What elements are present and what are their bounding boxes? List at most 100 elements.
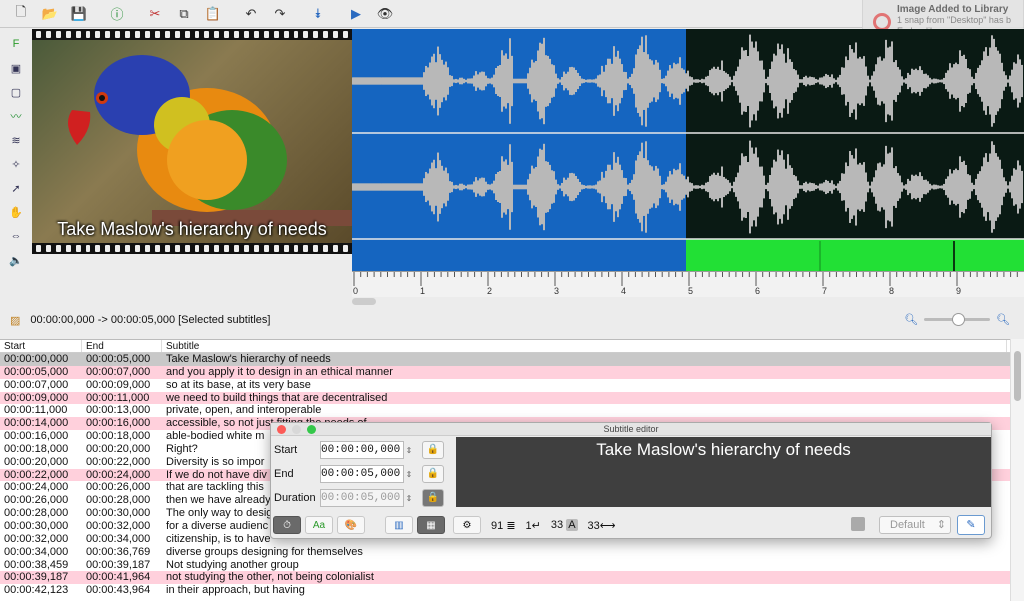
ruler-label: 1 (420, 286, 426, 296)
paste-icon[interactable]: 📋 (200, 3, 226, 25)
cell-subtitle: diverse groups designing for themselves (166, 545, 363, 558)
subtitle-text-editor[interactable]: Take Maslow's hierarchy of needs (456, 437, 991, 507)
column-header-start[interactable]: Start (0, 340, 82, 352)
text-style-icon[interactable]: Aa (305, 516, 333, 534)
close-window-button[interactable] (277, 425, 286, 434)
char-count: 33 A (551, 519, 578, 531)
timing-mode-icon[interactable]: ⏱ (273, 516, 301, 534)
video-preview[interactable]: Take Maslow's hierarchy of needs (32, 29, 352, 254)
table-row[interactable]: 00:00:39,187 00:00:41,964 not studying the… (0, 571, 1010, 585)
save-disk-icon[interactable]: 💾 (66, 3, 92, 25)
table-row[interactable]: 00:00:11,000 00:00:13,000 private, open, a… (0, 404, 1010, 417)
cell-subtitle: private, open, and interoperable (166, 404, 322, 417)
spectrum-icon[interactable]: ≋ (6, 131, 26, 149)
cell-end: 00:00:43,964 (86, 584, 151, 597)
timeline-scrollbar[interactable] (352, 298, 376, 305)
start-time-field[interactable]: 00:00:00,000 (320, 441, 404, 459)
edit-pencil-button[interactable]: ✎ (957, 515, 985, 535)
cell-end: 00:00:26,000 (86, 481, 151, 494)
cell-start: 00:00:38,459 (4, 558, 69, 571)
table-row[interactable]: 00:00:34,000 00:00:36,769 diverse groups d… (0, 546, 1010, 559)
style-select-value: Default (890, 519, 925, 531)
video-icon[interactable]: ▣ (6, 59, 26, 77)
hand-icon[interactable]: ✋ (6, 203, 26, 221)
notification-title: Image Added to Library (897, 4, 1009, 15)
double-chevron-down-icon[interactable]: ⯯ (305, 3, 331, 25)
duration-lock-icon[interactable]: 🔒 (422, 489, 444, 507)
ruler-label: 4 (621, 286, 627, 296)
pointer-icon[interactable]: ➚ (6, 179, 26, 197)
settings-gear-icon[interactable]: ⚙ (453, 516, 481, 534)
lines-icon: ≣ (506, 519, 516, 532)
time-fields: Start 00:00:00,000 ⇕ 🔒 End 00:00:05,000 … (274, 439, 454, 511)
cell-start: 00:00:20,000 (4, 455, 69, 468)
table-row[interactable]: 00:00:42,123 00:00:43,964 in their approac… (0, 584, 1010, 597)
cell-subtitle: and you apply it to design in an ethical… (166, 365, 393, 378)
subtitle-editor-window: Subtitle editor Start 00:00:00,000 ⇕ 🔒 E… (270, 422, 992, 539)
table-scrollbar-thumb[interactable] (1014, 351, 1021, 401)
cell-start: 00:00:18,000 (4, 442, 69, 455)
editor-titlebar[interactable]: Subtitle editor (271, 423, 991, 436)
zoom-slider[interactable] (924, 313, 991, 326)
style-select[interactable]: Default ⇕ (879, 516, 951, 534)
redo-arrow-icon[interactable]: ↷ (267, 3, 293, 25)
left-toolbar: F ▣ ▢ 〰 ≋ ✧ ➚ ✋ ⇔ 🔈 (0, 29, 32, 329)
cell-start: 00:00:11,000 (4, 404, 68, 417)
start-lock-icon[interactable]: 🔒 (422, 441, 444, 459)
return-icon: ↵ (531, 519, 541, 532)
end-time-field[interactable]: 00:00:05,000 (320, 465, 404, 483)
play-icon[interactable]: ▶ (343, 3, 369, 25)
zoom-control: 🔍︎ 🔍︎ (904, 313, 1010, 326)
table-row[interactable]: 00:00:38,459 00:00:39,187 Not studying ano… (0, 559, 1010, 572)
image-icon[interactable]: ▢ (6, 83, 26, 101)
table-row[interactable]: 00:00:05,000 00:00:07,000 and you apply it… (0, 365, 1010, 379)
table-row[interactable]: 00:00:00,000 00:00:05,000 Take Maslow's hi… (0, 353, 1010, 366)
cell-start: 00:00:14,000 (4, 417, 69, 430)
start-stepper-icon[interactable]: ⇕ (404, 446, 414, 455)
column-header-subtitle[interactable]: Subtitle (162, 340, 1007, 352)
audio-waveform[interactable] (352, 29, 1024, 271)
table-row[interactable]: 00:00:09,000 00:00:11,000 we need to build… (0, 391, 1010, 405)
end-stepper-icon[interactable]: ⇕ (404, 470, 414, 479)
waveform-icon[interactable]: 〰 (6, 107, 26, 125)
open-folder-icon[interactable]: 📂 (37, 3, 63, 25)
column-header-end[interactable]: End (82, 340, 162, 352)
cell-start: 00:00:05,000 (4, 365, 69, 378)
duration-stepper-icon[interactable]: ⇕ (404, 494, 414, 503)
cut-scissors-icon[interactable]: ✂ (142, 3, 168, 25)
info-icon[interactable]: ⓘ (104, 3, 130, 25)
undo-arrow-icon[interactable]: ↶ (238, 3, 264, 25)
cell-end: 00:00:07,000 (86, 365, 151, 378)
newline-count: 1↵ (526, 519, 541, 532)
save-style-icon[interactable] (851, 517, 865, 531)
cell-end: 00:00:34,000 (86, 532, 151, 545)
position-icon[interactable]: ▥ (385, 516, 413, 534)
editor-bottom-bar: ⏱ Aa 🎨 ▥ ▦ ⚙ 91 ≣ 1↵ 33 A 33⟷ Default ⇕ ✎ (271, 512, 991, 538)
zoom-out-icon[interactable]: 🔍︎ (904, 313, 918, 326)
table-scrollbar[interactable] (1010, 339, 1024, 601)
duration-field[interactable]: 00:00:05,000 (320, 489, 404, 507)
cell-end: 00:00:05,000 (86, 353, 151, 365)
zoom-in-icon[interactable]: 🔍︎ (996, 313, 1010, 326)
minimize-window-button[interactable] (292, 425, 301, 434)
eye-icon[interactable]: 👁 (372, 3, 398, 25)
layout-grid-icon[interactable]: ▦ (417, 516, 445, 534)
table-row[interactable]: 00:00:07,000 00:00:09,000 so at its base, … (0, 379, 1010, 392)
cell-end: 00:00:39,187 (86, 558, 151, 571)
magic-wand-icon[interactable]: ✧ (6, 155, 26, 173)
volume-icon[interactable]: 🔈 (6, 251, 26, 269)
zoom-slider-knob[interactable] (952, 313, 966, 326)
table-header: Start End Subtitle (0, 340, 1010, 353)
resize-arrows-icon[interactable]: ⇔ (6, 227, 26, 245)
frame-icon[interactable]: F (6, 35, 26, 53)
cell-subtitle: we need to build things that are decentr… (166, 391, 388, 404)
line-count-value: 91 (491, 519, 504, 532)
cell-end: 00:00:41,964 (86, 571, 151, 584)
time-ruler[interactable]: 0 1 2 3 4 5 6 7 8 9 (352, 271, 1024, 297)
new-file-icon[interactable]: 🗋 (8, 3, 34, 25)
zoom-window-button[interactable] (307, 425, 316, 434)
end-lock-icon[interactable]: 🔒 (422, 465, 444, 483)
chevron-updown-icon: ⇕ (936, 519, 946, 531)
copy-icon[interactable]: ⧉ (171, 3, 197, 25)
color-palette-icon[interactable]: 🎨 (337, 516, 365, 534)
